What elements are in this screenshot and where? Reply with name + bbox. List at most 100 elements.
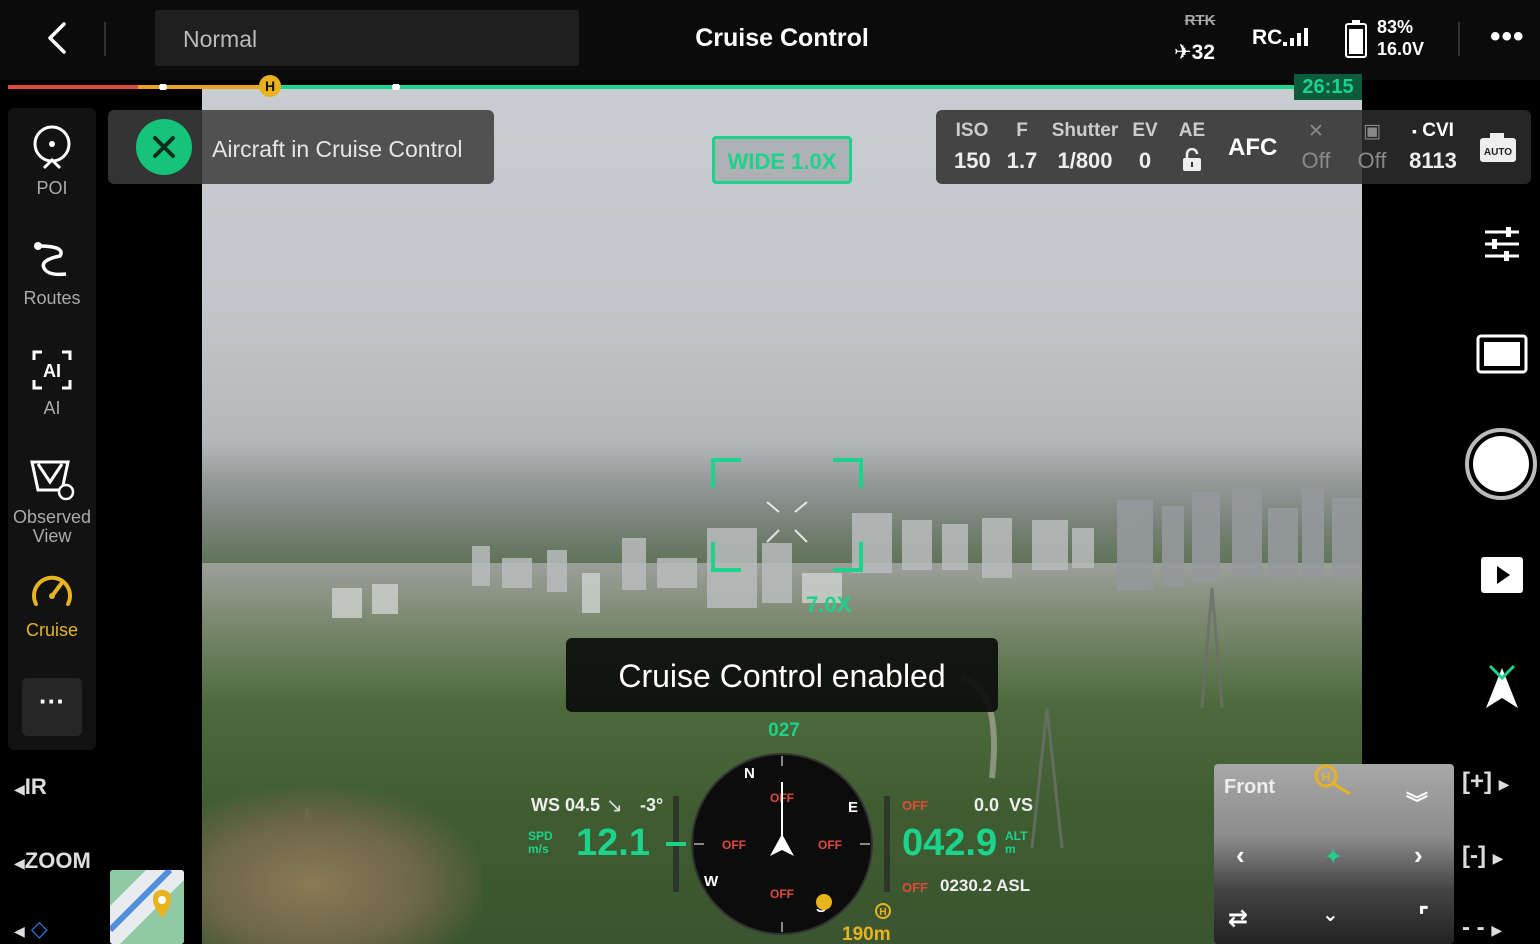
home-distance: 190m [842,924,891,944]
ev-label: EV [1132,120,1158,141]
close-icon [153,136,175,158]
storage-value: 8113 [1409,148,1457,173]
battery-percent: 83% [1377,17,1414,37]
speed-label: SPD m/s [528,830,553,856]
flight-progress-bar [8,84,1360,90]
routes-icon [34,242,67,277]
aperture-param[interactable]: F 1.7 [1004,120,1040,174]
page-title: Cruise Control [695,24,869,52]
divider [1458,22,1460,56]
satellite-count: ✈32 [1174,40,1215,65]
record-value: Off [1357,148,1387,173]
rtk-status[interactable]: RTK [1170,12,1230,29]
map-icon [110,870,184,944]
camera-params-panel[interactable]: ISO 150 F 1.7 Shutter 1/800 EV 0 AE AFC … [936,110,1531,184]
ev-param[interactable]: EV 0 [1130,120,1160,174]
more-tools-button[interactable]: ··· [22,678,82,736]
swap-view-icon[interactable]: ⇄ [1228,904,1248,933]
flash-param[interactable]: ✕ Off [1296,120,1336,174]
focus-mode[interactable]: AFC [1228,134,1277,162]
storage-param[interactable]: ▪ CVI 8113 [1402,120,1464,174]
gimbal-pitch: -3° [640,795,664,815]
pan-left-icon[interactable]: ‹ [1236,840,1245,871]
zoom-in-label: [+] [1462,768,1492,795]
ae-label: AE [1178,120,1206,141]
speed-scale-marker [666,842,686,846]
shutter-value: 1/800 [1057,148,1113,173]
settings-sliders-icon[interactable] [1482,224,1522,264]
obstacle-off-up: OFF [902,798,928,813]
vertical-speed-label: VS [1009,795,1034,815]
pip-view[interactable]: Front H ︾ ‹ › ✦ ⇄ ⌄ ⌜ [1214,764,1454,944]
zoom-in-button[interactable]: [+] ▶ [1462,768,1509,796]
status-message: Aircraft in Cruise Control [212,136,463,162]
speed-label-unit: m/s [528,842,549,856]
video-off-icon: ▣ [1363,121,1381,142]
wind-direction-icon: ↘ [606,795,623,817]
svg-text:AUTO: AUTO [1484,147,1512,158]
wind-speed: WS 04.5 [531,795,601,815]
aircraft-direction-icon[interactable] [1484,664,1520,712]
more-camera-controls[interactable]: - - ▶ [1462,914,1502,942]
toast-notification: Cruise Control enabled [566,638,998,712]
altitude: 042.9 [902,822,998,864]
ai-icon: AI [32,350,72,390]
zoom-level: 7.0X [806,592,852,617]
altitude-label-name: ALT [1005,829,1028,843]
photo-mode-icon[interactable] [1476,334,1528,374]
observed-view-icon [30,460,75,501]
flight-time-remaining: 26:15 [1294,74,1362,100]
aperture-label: F [1016,120,1028,141]
flash-value: Off [1301,148,1331,173]
shutter-button[interactable] [1465,428,1537,500]
sidebar-item-ai[interactable]: AI AI [8,348,96,419]
iso-value: 150 [954,148,991,173]
shutter-param[interactable]: Shutter 1/800 [1050,120,1120,174]
iso-label: ISO [955,120,989,141]
zoom-toggle[interactable]: ◀ZOOM [14,848,91,874]
vertical-speed: 0.0 VS [974,795,1033,816]
collapse-chevron-icon[interactable]: ︾ [1406,786,1428,818]
expand-corner-icon[interactable]: ⌜ [1418,902,1429,931]
chevron-down-icon[interactable]: ⌄ [1322,902,1339,927]
minimap[interactable] [110,870,184,944]
altitude-label: ALT m [1005,830,1027,856]
record-param[interactable]: ▣ Off [1352,120,1392,174]
storage-label-row: ▪ CVI [1402,120,1464,148]
home-point-icon: H [1314,764,1351,796]
dry-field [202,788,482,944]
compass-west-label: W [704,873,719,890]
sidebar-item-poi[interactable]: POI [8,124,96,199]
more-menu-icon[interactable]: ••• [1490,20,1525,54]
chevron-right-icon: ▶ [1491,922,1503,938]
ae-lock-param[interactable]: AE [1176,120,1208,178]
chevron-left-icon: ◀ [14,923,25,939]
storage-label: CVI [1422,120,1454,141]
sidebar-item-observed-view[interactable]: Observed View [8,458,96,546]
compass-north-label: N [744,765,755,782]
chevron-left-icon: ◀ [14,855,25,871]
ir-label: IR [24,774,47,799]
obstacle-off-left: OFF [722,838,746,852]
sidebar-item-label: POI [36,178,68,198]
top-bar: Normal Cruise Control RTK ✈32 RC 83% 16.… [0,0,1540,80]
camera-auto-icon[interactable]: AUTO [1478,130,1518,164]
pan-right-icon[interactable]: › [1414,840,1423,871]
vertical-speed-value: 0.0 [974,795,1000,815]
focus-frame[interactable] [711,458,863,572]
zoom-out-button[interactable]: [-] ▶ [1462,842,1503,870]
sidebar-item-label: Cruise [25,620,78,640]
flash-off-icon: ✕ [1308,121,1324,142]
battery-voltage: 16.0V [1377,39,1425,59]
satellite-count-value: 32 [1191,41,1215,64]
sd-card-icon: ▪ [1412,123,1417,139]
gimbal-toggle[interactable]: ◀ ◇ [14,916,48,942]
sidebar-item-routes[interactable]: Routes [8,238,96,309]
ir-toggle[interactable]: ◀IR [14,774,47,800]
svg-text:H: H [879,907,886,918]
exit-cruise-button[interactable] [136,119,192,175]
lens-selector[interactable]: WIDE 1.0X [712,136,852,184]
sidebar-item-cruise[interactable]: Cruise [8,570,96,641]
playback-icon[interactable] [1480,556,1524,594]
iso-param[interactable]: ISO 150 [954,120,991,174]
